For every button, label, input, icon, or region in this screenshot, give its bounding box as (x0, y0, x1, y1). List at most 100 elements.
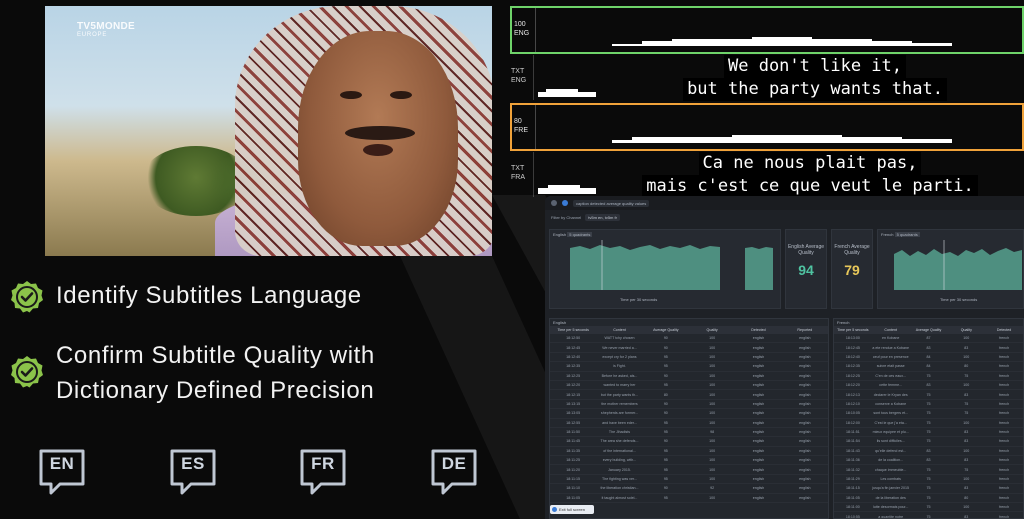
table-cell: 80 (663, 392, 668, 397)
table-cell: 100 (709, 354, 716, 359)
table-cell: shepherds are former... (600, 411, 639, 416)
text-activity-bar (538, 89, 596, 97)
table-row[interactable]: 18:12:20 cette femme... 83 100 french (834, 381, 1023, 391)
table-row[interactable]: 18:12:40 ceuf pour en presence 84 100 french (834, 353, 1023, 363)
table-row[interactable]: 18:11:29 Les combats 75 100 french (834, 475, 1023, 485)
table-row[interactable]: 18:10:55 a quantite notre 75 83 french (834, 512, 1023, 519)
table-row[interactable]: 18:11:36 de la coalition... 83 83 french (834, 456, 1023, 466)
table-row[interactable]: 18:12:10 conserve a Kobane 75 75 french (834, 400, 1023, 410)
table-row[interactable]: 18:11:15 jusqu'a fin janvier 2015 75 83 fren… (834, 484, 1023, 494)
table-cell: 90 (663, 439, 668, 444)
column-header[interactable]: Reported (782, 328, 828, 332)
table-row[interactable]: 18:12:25 Before he asked, als... 90 100 engl… (550, 372, 828, 381)
table-row[interactable]: 18:11:50 The Jihadists 95 98 english english (550, 428, 828, 438)
table-cell: french (999, 505, 1010, 510)
table-row[interactable]: 18:11:20 January 2015. 95 100 english english (550, 465, 828, 475)
column-header[interactable]: Content (596, 328, 642, 332)
table-row[interactable]: 18:12:50 WATT tchy chosen 90 100 english engl… (550, 334, 828, 344)
table-row[interactable]: 18:13:00 en Kobane 87 100 french (834, 334, 1023, 344)
table-cell: 75 (964, 401, 969, 406)
table-row[interactable]: 18:12:15 but the party wants th... 80 100 en… (550, 390, 828, 400)
table-row[interactable]: 18:13:15 the mother remembers 90 100 english… (550, 400, 828, 410)
table-cell: 100 (963, 383, 970, 388)
dashboard-tab[interactable]: caption detected average quality values (573, 199, 650, 207)
column-header[interactable]: Average Quality (643, 328, 689, 332)
table-row[interactable]: 18:11:32 chaque immeuble... 75 75 french (834, 465, 1023, 475)
table-cell: 83 (964, 514, 969, 519)
table-cell: 18:12:45 (845, 345, 860, 350)
table-cell: 90 (663, 411, 668, 416)
table-row[interactable]: 18:12:45 a ete rendue a Kobane 83 83 french (834, 343, 1023, 353)
table-row[interactable]: 18:11:05 de la liberation des 75 80 french (834, 494, 1023, 504)
table-row[interactable]: 18:12:13 declarer le Kryan des 75 83 french (834, 390, 1023, 400)
table-row[interactable]: 18:12:25 C'en de ces eaux... 75 75 french (834, 372, 1023, 381)
table-row[interactable]: 18:12:40 except cry for 2 plans 95 100 engli… (550, 353, 828, 363)
table-row[interactable]: 18:11:15 The fighting was ver... 95 100 engl… (550, 475, 828, 485)
table-cell: english (752, 392, 765, 397)
table-cell: 83 (964, 458, 969, 463)
table-row[interactable]: 18:11:43 qu'elle defend est... 83 100 french (834, 447, 1023, 457)
table-row[interactable]: 18:12:35 is Fight. 95 100 english english (550, 362, 828, 372)
table-cell: of the international... (603, 448, 636, 453)
filter-value[interactable]: tv5m en, tv5m fr (585, 213, 620, 221)
table-row[interactable]: 18:11:25 every building, with... 95 100 engl… (550, 456, 828, 466)
table-row[interactable]: 18:11:45 The area she defends... 90 100 engl… (550, 437, 828, 447)
feature-confirm-quality: Confirm Subtitle Quality with Dictionary… (10, 338, 490, 408)
table-cell: english (752, 448, 765, 453)
table-cell: 75 (926, 430, 931, 435)
column-header[interactable]: Quality (947, 328, 985, 332)
column-header[interactable]: Detected (985, 328, 1023, 332)
table-cell: english (799, 420, 811, 425)
column-header[interactable]: Content (872, 328, 910, 332)
table-row[interactable]: 18:12:45 We never married a... 90 100 englis… (550, 343, 828, 353)
table-cell: 95 (663, 354, 668, 359)
grid-icon[interactable] (551, 200, 557, 206)
table-row[interactable]: 18:12:35 suivre etait passe 84 80 french (834, 362, 1023, 372)
table-cell: 92 (710, 486, 715, 491)
track-score: 100 ENG (512, 8, 536, 52)
table-row[interactable]: 18:12:55 and have been eder... 95 100 englis… (550, 419, 828, 428)
table-cell: english (752, 420, 765, 425)
french-average-metric: French Average Quality 79 (831, 229, 873, 309)
quality-dashboard: caption detected average quality values … (545, 196, 1024, 519)
english-quality-chart: English 5 quadrants Time per 30 seconds (549, 229, 781, 309)
table-cell: english (752, 495, 765, 500)
table-row[interactable]: 18:11:00 lutte desormais pour... 75 100 fren… (834, 503, 1023, 513)
column-header[interactable]: Detected (735, 328, 781, 332)
exit-fullscreen-toast[interactable]: Exit full screen (550, 505, 594, 514)
table-cell: english (752, 401, 765, 406)
table-cell: Before he asked, als... (601, 373, 638, 378)
table-row[interactable]: 18:12:00 C'est le que j'a eta... 75 100 fren… (834, 419, 1023, 428)
table-cell: 95 (663, 420, 668, 425)
table-row[interactable]: 18:11:35 of the international... 95 100 engl… (550, 447, 828, 457)
column-header[interactable]: Time per 5 seconds (834, 328, 872, 332)
table-row[interactable]: 18:11:05 it taught almost solel... 95 100 en… (550, 494, 828, 504)
table-cell: conserve a Kobane (875, 401, 907, 406)
table-cell: 18:11:05 (846, 495, 860, 500)
chart-title: English 5 quadrants (553, 232, 593, 237)
table-row[interactable]: 18:11:10 the liberation christian... 90 92 e… (550, 484, 828, 494)
table-row[interactable]: 18:11:51 mieux equipee et plu... 75 83 frenc… (834, 428, 1023, 438)
globe-icon[interactable] (562, 200, 568, 206)
table-cell: 95 (663, 430, 668, 435)
table-cell: 18:11:29 (846, 477, 860, 482)
table-cell: 18:12:25 (566, 373, 581, 378)
table-row[interactable]: 18:13:05 shepherds are former... 90 100 engl… (550, 409, 828, 419)
table-cell: cette femme... (879, 383, 903, 388)
table-cell: 100 (709, 439, 716, 444)
table-row[interactable]: 18:11:54 ils sont difficiles... 75 83 french (834, 437, 1023, 447)
column-header[interactable]: Average Quality (910, 328, 948, 332)
table-cell: french (999, 514, 1010, 519)
table-header: Time per 5 seconds Content Average Quality… (834, 326, 1023, 334)
table-row[interactable]: 18:12:20 wanted to marry her 95 100 english e… (550, 381, 828, 391)
subtitle-line: but the party wants that. (683, 78, 947, 101)
table-cell: 87 (926, 336, 931, 341)
table-cell: lutte desormais pour... (873, 505, 909, 510)
column-header[interactable]: Quality (689, 328, 735, 332)
column-header[interactable]: Time per 5 seconds (550, 328, 596, 332)
table-row[interactable]: 18:10:05 sont tous bergers et... 75 75 frenc… (834, 409, 1023, 419)
table-cell: 75 (926, 392, 931, 397)
table-cell: 18:10:55 (845, 514, 860, 519)
table-cell: 100 (709, 373, 716, 378)
table-cell: 18:11:43 (846, 448, 860, 453)
